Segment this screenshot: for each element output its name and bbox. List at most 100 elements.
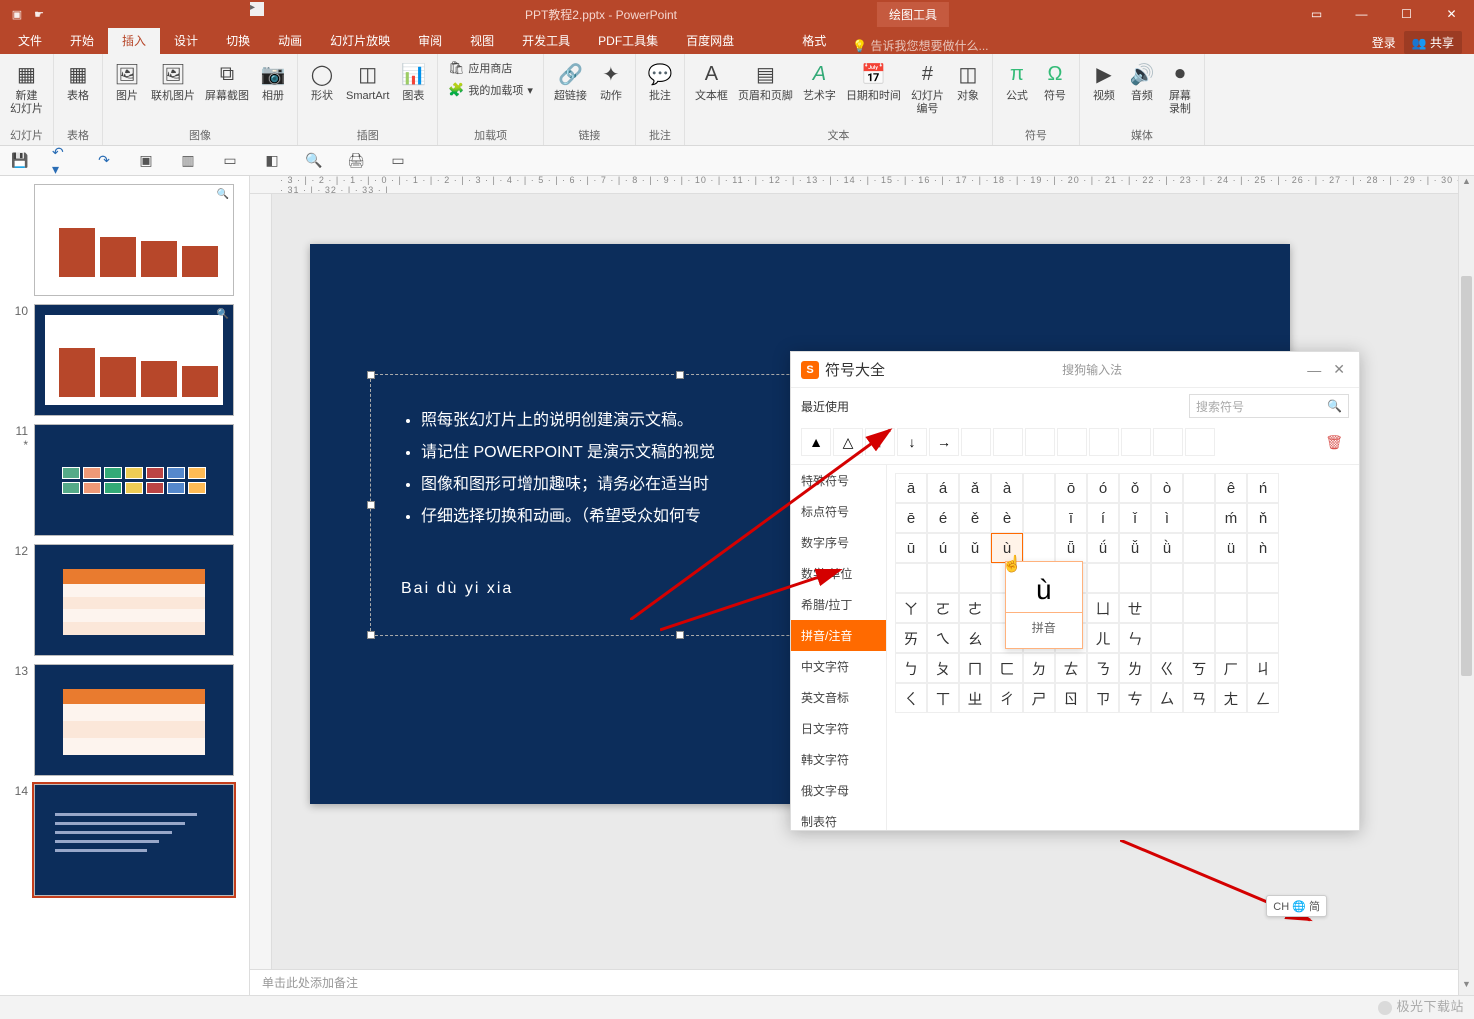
notes-pane[interactable]: 单击此处添加备注 [250,969,1474,995]
share-button[interactable]: 👥 共享 [1404,31,1462,54]
symbol-cell[interactable] [895,563,927,593]
symbol-cell[interactable]: ā [895,473,927,503]
symbol-category[interactable]: 特殊符号 [791,465,886,496]
symbol-cell[interactable] [1183,623,1215,653]
online-picture-button[interactable]: 🖼联机图片 [147,58,199,105]
symbol-cell[interactable]: ḿ [1215,503,1247,533]
symbol-cell[interactable]: ㄟ [927,623,959,653]
symbol-cell[interactable] [959,563,991,593]
slide-thumbnails-panel[interactable]: 🔍10🔍11*121314 [0,176,250,995]
symbol-cell[interactable]: ì [1151,503,1183,533]
symbol-cell[interactable]: ㄞ [895,623,927,653]
undo-icon[interactable]: ↶ ▾ [52,151,72,171]
symbol-cell[interactable]: ㄗ [1087,683,1119,713]
tool-icon-7[interactable]: ▭ [388,151,408,171]
symbol-cell[interactable]: ㄛ [927,593,959,623]
symbol-cell[interactable]: ㄔ [991,683,1023,713]
tab-view[interactable]: 视图 [456,27,508,54]
symbol-category[interactable]: 数学/单位 [791,558,886,589]
symbol-cell[interactable]: ㄝ [1119,593,1151,623]
symbol-cell[interactable] [1023,533,1055,563]
touch-mode-icon[interactable]: ☛ [30,5,48,23]
magnify-icon[interactable]: 🔍 [217,309,229,320]
table-button[interactable]: ▦表格 [60,58,96,105]
symbol-cell[interactable] [1247,623,1279,653]
symbol-cell[interactable]: é [927,503,959,533]
symbol-cell[interactable] [1247,563,1279,593]
symbol-category[interactable]: 中文字符 [791,651,886,682]
shapes-button[interactable]: ◯形状 [304,58,340,105]
album-button[interactable]: 📷相册 [255,58,291,105]
symbol-category[interactable]: 希腊/拉丁 [791,589,886,620]
symbol-cell[interactable]: ǜ [1151,533,1183,563]
symbol-cell[interactable]: ㄋ [1087,653,1119,683]
symbol-cell[interactable]: á [927,473,959,503]
scrollbar-thumb[interactable] [1461,276,1472,676]
recent-symbol-empty[interactable] [1057,428,1087,456]
tool-icon-2[interactable]: ▥ [178,151,198,171]
symbol-cell[interactable]: ㄇ [959,653,991,683]
symbol-cell[interactable]: ㄢ [1183,683,1215,713]
symbol-cell[interactable]: ㄩ [1087,593,1119,623]
symbol-cell[interactable] [1119,563,1151,593]
symbol-cell[interactable]: ㄒ [927,683,959,713]
symbol-cell[interactable]: ㄌ [1119,653,1151,683]
symbol-cell[interactable]: ǔ [959,533,991,563]
symbol-search-input[interactable]: 搜索符号 🔍 [1189,394,1349,418]
tab-design[interactable]: 设计 [160,27,212,54]
symbol-cell[interactable]: ǹ [1247,533,1279,563]
symbol-category[interactable]: 日文字符 [791,713,886,744]
symbol-cell[interactable]: ㄘ [1119,683,1151,713]
vertical-scrollbar[interactable]: ▲ ▼ [1458,176,1474,995]
symbol-cell[interactable]: ü [1215,533,1247,563]
symbol-cell[interactable]: ó [1087,473,1119,503]
tool-icon-6[interactable]: 🖨 [346,151,366,171]
symbol-cell[interactable]: ㄜ [959,593,991,623]
comment-button[interactable]: 💬批注 [642,58,678,105]
recent-symbol-empty[interactable] [1185,428,1215,456]
symbol-cell[interactable]: ī [1055,503,1087,533]
equation-button[interactable]: π公式 [999,58,1035,105]
symbol-cell[interactable]: ㄠ [959,623,991,653]
symbol-category[interactable]: 标点符号 [791,496,886,527]
magnify-icon[interactable]: 🔍 [217,189,229,200]
ime-badge[interactable]: CH 🌐 简 [1266,895,1327,917]
tool-icon-3[interactable]: ▭ [220,151,240,171]
symbol-cell[interactable]: è [991,503,1023,533]
symbol-cell[interactable] [1183,563,1215,593]
chart-button[interactable]: 📊图表 [395,58,431,105]
symbol-cell[interactable] [1183,533,1215,563]
dialog-close-icon[interactable]: ✕ [1329,361,1349,378]
symbol-cell[interactable] [1023,473,1055,503]
recent-symbol[interactable]: ↓ [897,428,927,456]
symbol-category[interactable]: 数字序号 [791,527,886,558]
tab-developer[interactable]: 开发工具 [508,27,584,54]
symbol-cell[interactable] [1151,593,1183,623]
tab-home[interactable]: 开始 [56,27,108,54]
scroll-up-icon[interactable]: ▲ [1459,176,1474,192]
symbol-cell[interactable]: ě [959,503,991,533]
tab-transitions[interactable]: 切换 [212,27,264,54]
slide-thumbnail[interactable] [34,784,234,896]
tab-file[interactable]: 文件 [4,27,56,54]
symbol-cell[interactable]: ㄐ [1247,653,1279,683]
symbol-cell[interactable]: ǎ [959,473,991,503]
symbol-cell[interactable]: ㄈ [991,653,1023,683]
symbol-cell[interactable] [1183,473,1215,503]
symbol-dialog-titlebar[interactable]: S 符号大全 搜狗输入法 — ✕ [791,352,1359,388]
symbol-cell[interactable] [1215,593,1247,623]
recent-symbol-empty[interactable] [961,428,991,456]
screen-rec-button[interactable]: ⏺屏幕 录制 [1162,58,1198,118]
tab-insert[interactable]: 插入 [108,27,160,54]
slide-thumbnail[interactable] [34,424,234,536]
hyperlink-button[interactable]: 🔗超链接 [550,58,591,105]
recent-symbol-empty[interactable] [993,428,1023,456]
audio-button[interactable]: 🔊音频 [1124,58,1160,105]
symbol-cell[interactable]: ㄙ [1151,683,1183,713]
ribbon-options-icon[interactable]: ▭ [1294,0,1339,28]
tab-slideshow[interactable]: 幻灯片放映 [316,27,404,54]
symbol-cell[interactable]: ㄉ [1023,653,1055,683]
maximize-button[interactable]: ☐ [1384,0,1429,28]
slide-thumbnail[interactable]: 🔍 [34,304,234,416]
video-button[interactable]: ▶视频 [1086,58,1122,105]
